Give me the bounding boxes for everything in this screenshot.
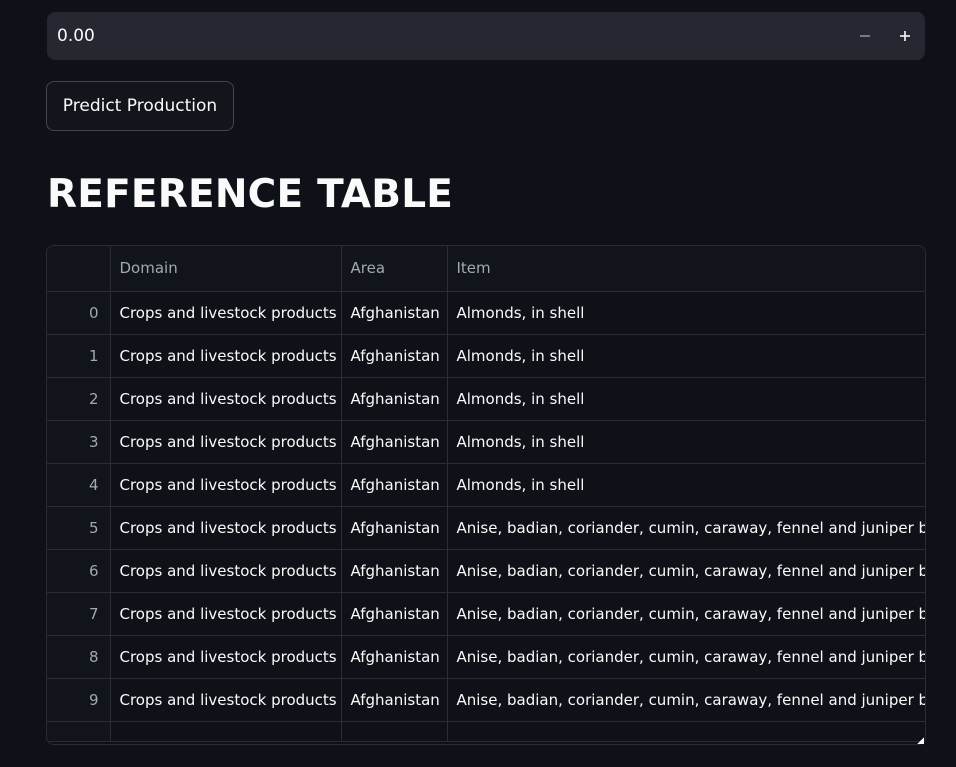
table-row[interactable]: 3 Crops and livestock products Afghanistan… — [47, 420, 925, 464]
column-header-domain[interactable]: Domain — [110, 246, 342, 292]
plus-icon — [900, 31, 910, 41]
cell-area[interactable]: Afghanistan — [341, 377, 448, 421]
cell-area[interactable]: Afghanistan — [341, 334, 448, 378]
cell-area — [341, 721, 448, 742]
reference-table[interactable]: Domain Area Item 0 Crops and livestock pr… — [46, 245, 926, 745]
cell-domain[interactable]: Crops and livestock products — [110, 420, 342, 464]
column-header-index[interactable] — [47, 246, 111, 292]
page: Predict Production REFERENCE TABLE Domai… — [0, 0, 956, 767]
table-resize-handle[interactable] — [917, 737, 924, 744]
cell-domain[interactable]: Crops and livestock products — [110, 463, 342, 507]
table-row[interactable]: 2 Crops and livestock products Afghanistan… — [47, 377, 925, 421]
table-row[interactable]: 8 Crops and livestock products Afghanistan… — [47, 635, 925, 679]
table-row[interactable]: 7 Crops and livestock products Afghanistan… — [47, 592, 925, 636]
table-row[interactable]: 4 Crops and livestock products Afghanistan… — [47, 463, 925, 507]
table-header-row: Domain Area Item — [47, 246, 925, 292]
row-index: 9 — [47, 678, 111, 722]
cell-item[interactable]: Anise, badian, coriander, cumin, caraway… — [447, 592, 925, 636]
table-row[interactable]: 5 Crops and livestock products Afghanistan… — [47, 506, 925, 550]
decrement-button[interactable] — [847, 18, 883, 54]
cell-area[interactable]: Afghanistan — [341, 291, 448, 335]
cell-item[interactable]: Anise, badian, coriander, cumin, caraway… — [447, 506, 925, 550]
row-index: 1 — [47, 334, 111, 378]
row-index: 3 — [47, 420, 111, 464]
row-index: 6 — [47, 549, 111, 593]
cell-domain[interactable]: Crops and livestock products — [110, 549, 342, 593]
row-index: 2 — [47, 377, 111, 421]
cell-item[interactable]: Anise, badian, coriander, cumin, caraway… — [447, 635, 925, 679]
table-row-partial — [47, 721, 925, 742]
cell-area[interactable]: Afghanistan — [341, 463, 448, 507]
cell-area[interactable]: Afghanistan — [341, 592, 448, 636]
row-index — [47, 721, 111, 742]
cell-item[interactable]: Almonds, in shell — [447, 334, 925, 378]
page-title: REFERENCE TABLE — [47, 172, 454, 217]
cell-domain[interactable]: Crops and livestock products — [110, 334, 342, 378]
cell-item[interactable]: Anise, badian, coriander, cumin, caraway… — [447, 549, 925, 593]
data-table: Domain Area Item 0 Crops and livestock pr… — [47, 246, 925, 742]
cell-item — [447, 721, 925, 742]
cell-area[interactable]: Afghanistan — [341, 420, 448, 464]
table-row[interactable]: 0 Crops and livestock products Afghanistan… — [47, 291, 925, 335]
table-row[interactable]: 6 Crops and livestock products Afghanistan… — [47, 549, 925, 593]
row-index: 7 — [47, 592, 111, 636]
cell-item[interactable]: Almonds, in shell — [447, 377, 925, 421]
number-input — [47, 12, 925, 60]
cell-domain[interactable]: Crops and livestock products — [110, 635, 342, 679]
table-row[interactable]: 1 Crops and livestock products Afghanistan… — [47, 334, 925, 378]
cell-area[interactable]: Afghanistan — [341, 678, 448, 722]
cell-area[interactable]: Afghanistan — [341, 635, 448, 679]
cell-item[interactable]: Almonds, in shell — [447, 291, 925, 335]
cell-area[interactable]: Afghanistan — [341, 506, 448, 550]
cell-domain[interactable]: Crops and livestock products — [110, 506, 342, 550]
row-index: 4 — [47, 463, 111, 507]
cell-domain[interactable]: Crops and livestock products — [110, 377, 342, 421]
cell-domain[interactable]: Crops and livestock products — [110, 291, 342, 335]
cell-item[interactable]: Almonds, in shell — [447, 463, 925, 507]
predict-production-button[interactable]: Predict Production — [46, 81, 234, 131]
column-header-area[interactable]: Area — [341, 246, 448, 292]
cell-area[interactable]: Afghanistan — [341, 549, 448, 593]
cell-domain[interactable]: Crops and livestock products — [110, 678, 342, 722]
row-index: 0 — [47, 291, 111, 335]
row-index: 5 — [47, 506, 111, 550]
number-input-field[interactable] — [47, 12, 837, 60]
column-header-item[interactable]: Item — [447, 246, 925, 292]
row-index: 8 — [47, 635, 111, 679]
minus-icon — [860, 35, 870, 37]
increment-button[interactable] — [887, 18, 923, 54]
cell-item[interactable]: Almonds, in shell — [447, 420, 925, 464]
cell-domain — [110, 721, 342, 742]
table-row[interactable]: 9 Crops and livestock products Afghanistan… — [47, 678, 925, 722]
cell-domain[interactable]: Crops and livestock products — [110, 592, 342, 636]
cell-item[interactable]: Anise, badian, coriander, cumin, caraway… — [447, 678, 925, 722]
